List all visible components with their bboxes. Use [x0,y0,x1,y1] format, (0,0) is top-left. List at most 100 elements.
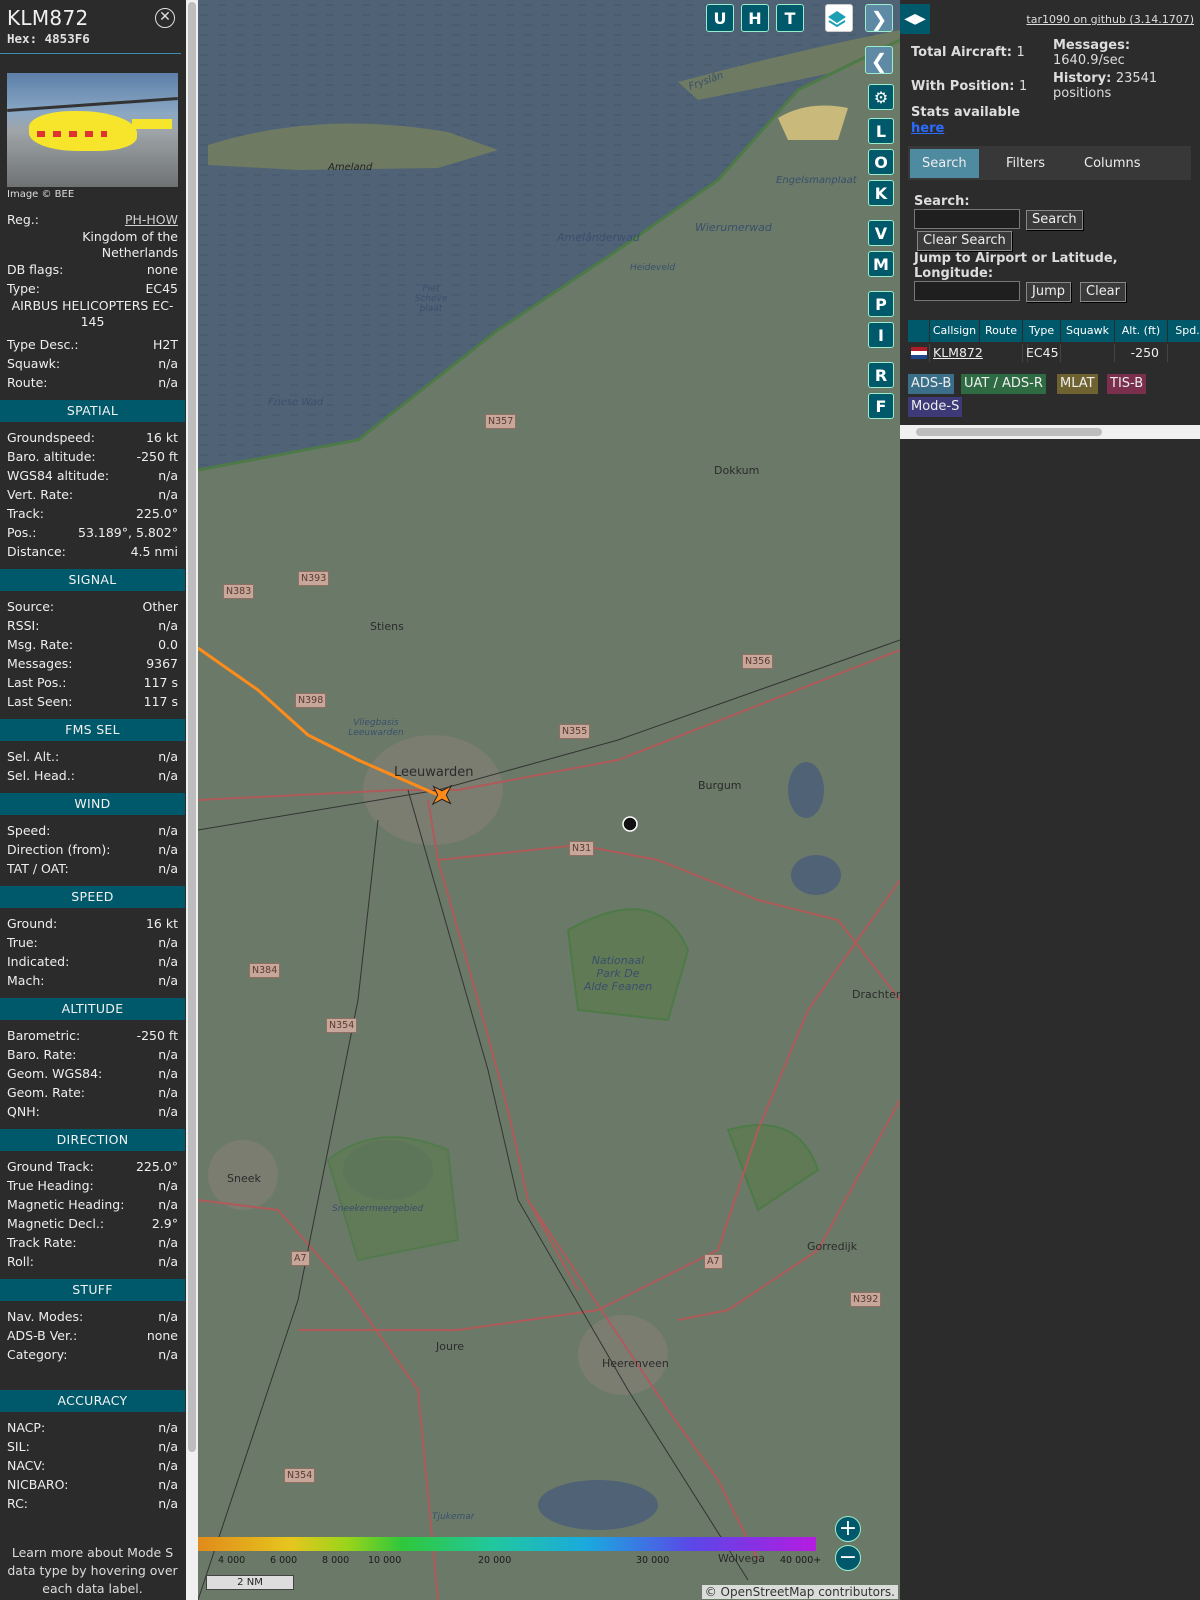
tab-filters[interactable]: Filters [994,149,1057,178]
reg-link[interactable]: PH-HOW [125,210,178,229]
reg-row: Reg.: PH-HOW [0,210,185,229]
map-view[interactable]: Ameland Fryslân Engelsmanplaat Amelânder… [198,0,900,1600]
tab-columns[interactable]: Columns [1072,149,1153,178]
legend-modes: Mode-S [908,397,963,417]
h-button[interactable]: H [741,4,769,32]
place-sneek: Sneek [227,1172,261,1185]
fms-value: n/a [158,749,178,764]
direction-value: n/a [158,1178,178,1193]
place-burgum: Burgum [698,779,742,792]
route-row: Route: n/a [0,373,185,392]
place-engelsmanplaat: Engelsmanplaat [776,175,857,186]
road-n354a: N354 [326,1018,358,1033]
altitude-label: Geom. WGS84: [7,1066,103,1081]
tab-search[interactable]: Search [910,149,979,178]
withpos-value: 1 [1019,79,1028,94]
accuracy-value: n/a [158,1458,178,1473]
k-button[interactable]: K [868,180,894,206]
spatial-label: Baro. altitude: [7,449,96,464]
stats-link[interactable]: here [911,121,944,136]
zoom-in-icon[interactable]: + [835,1516,861,1542]
place-gorredijk: Gorredijk [807,1240,858,1253]
legend-tisb: TIS-B [1107,374,1147,394]
direction-label: Magnetic Decl.: [7,1216,105,1231]
m-button[interactable]: M [868,251,894,277]
i-button[interactable]: I [868,322,894,348]
accuracy-value: n/a [158,1477,178,1492]
signal-label: Msg. Rate: [7,637,74,652]
u-button[interactable]: U [706,4,734,32]
chevron-left-icon[interactable]: ❮ [865,46,893,74]
l-button[interactable]: L [868,118,894,144]
altitude-value: -250 ft [136,1028,178,1043]
close-icon[interactable]: ✕ [155,8,175,28]
speed-label: True: [7,935,38,950]
spatial-value: 4.5 nmi [130,544,178,559]
typedesc-row: Type Desc.: H2T [0,335,185,354]
search-input[interactable] [914,209,1020,229]
type-label: Type: [7,281,40,296]
col-spd[interactable]: Spd. [1168,320,1200,342]
speed-label: Mach: [7,973,45,988]
signal-label: Last Seen: [7,694,73,709]
o-button[interactable]: O [868,149,894,175]
r-button[interactable]: R [868,362,894,388]
col-route[interactable]: Route [980,320,1023,342]
aircraft-photo[interactable] [7,73,178,187]
road-n383: N383 [223,584,255,599]
stuff-label: Category: [7,1347,68,1362]
zoom-out-icon[interactable]: − [835,1545,861,1571]
gear-icon[interactable]: ⚙ [868,84,894,110]
speed-value: n/a [158,935,178,950]
f-button[interactable]: F [868,393,894,419]
expand-arrows-icon[interactable]: ◀▶ [900,4,930,34]
spatial-row: Baro. altitude: -250 ft [0,447,185,466]
signal-row: Last Seen: 117 s [0,692,185,711]
jump-button[interactable]: Jump [1026,282,1071,302]
clear-search-button[interactable]: Clear Search [917,231,1012,251]
road-n392: N392 [850,1292,882,1307]
speed-value: n/a [158,973,178,988]
total-value: 1 [1016,45,1025,60]
wind-value: n/a [158,861,178,876]
map-attribution[interactable]: © OpenStreetMap contributors. [701,1585,898,1599]
table-scrollbar[interactable] [900,425,1200,439]
jump-input[interactable] [914,281,1020,301]
image-credit: Image © BEE [7,189,75,200]
section-spatial: SPATIAL [0,400,185,422]
col-alt[interactable]: Alt. (ft) [1115,320,1168,342]
signal-row: Source: Other [0,597,185,616]
hex-code: Hex: 4853F6 [7,31,90,46]
place-tjukemar: Tjukemar [432,1512,475,1522]
chevron-right-icon[interactable]: ❯ [865,4,893,32]
info-scrollbar[interactable] [186,0,198,1600]
search-button[interactable]: Search [1026,210,1083,230]
col-type[interactable]: Type [1023,320,1061,342]
squawk-value: n/a [158,356,178,371]
signal-label: Last Pos.: [7,675,67,690]
p-button[interactable]: P [868,291,894,317]
spatial-row: Pos.: 53.189°, 5.802° [0,523,185,542]
accuracy-label: NICBARO: [7,1477,69,1492]
wind-label: Direction (from): [7,842,111,857]
col-squawk[interactable]: Squawk [1061,320,1115,342]
col-flag[interactable] [908,320,930,342]
direction-value: n/a [158,1197,178,1212]
signal-value: 117 s [143,675,178,690]
history: History: 23541 positions [1053,71,1193,101]
speed-row: Mach: n/a [0,971,185,990]
jump-label: Jump to Airport or Latitude, Longitude: [914,251,1118,281]
altitude-value: n/a [158,1104,178,1119]
direction-value: 2.9° [151,1216,178,1231]
callsign-title: KLM872 [7,6,89,30]
layers-icon[interactable] [825,4,853,32]
signal-value: 117 s [143,694,178,709]
alt-label-20000: 20 000 [478,1555,512,1566]
section-fms: FMS SEL [0,719,185,741]
section-accuracy: ACCURACY [0,1390,185,1412]
v-button[interactable]: V [868,220,894,246]
t-button[interactable]: T [776,4,804,32]
github-link[interactable]: tar1090 on github (3.14.1707) [1026,13,1194,26]
col-callsign[interactable]: Callsign [930,320,980,342]
clear-button[interactable]: Clear [1080,282,1126,302]
